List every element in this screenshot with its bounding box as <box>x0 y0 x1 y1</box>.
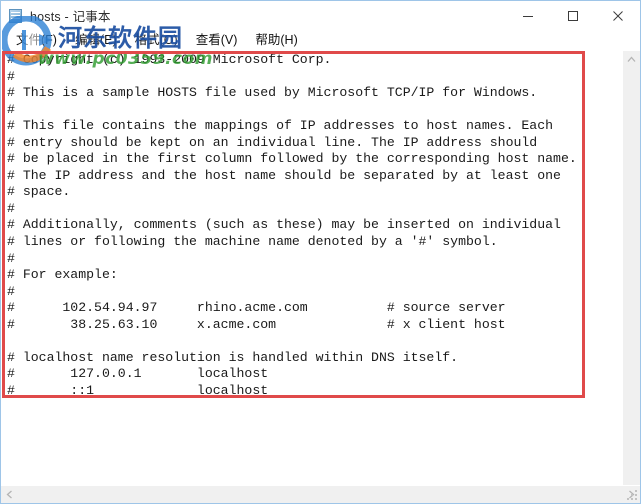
window-title: hosts - 记事本 <box>30 10 111 24</box>
text-area[interactable]: # Copyright (c) 1993-2009 Microsoft Corp… <box>1 51 622 485</box>
menu-edit[interactable]: 编辑(E) <box>66 30 126 51</box>
close-icon <box>612 10 623 21</box>
vertical-scroll-track[interactable] <box>623 68 640 485</box>
screenshot-root: hosts - 记事本 文件(F) 编辑(E) 格式(O) 查看(V) 帮助(H… <box>0 0 641 504</box>
horizontal-scrollbar[interactable] <box>1 485 640 503</box>
window-controls <box>505 1 640 30</box>
menu-format[interactable]: 格式(O) <box>126 30 187 51</box>
vertical-scrollbar[interactable] <box>622 51 640 485</box>
menu-help[interactable]: 帮助(H) <box>246 30 306 51</box>
chevron-left-icon <box>6 490 12 499</box>
horizontal-scroll-track[interactable] <box>18 486 623 503</box>
editor-body: # Copyright (c) 1993-2009 Microsoft Corp… <box>1 51 640 485</box>
hosts-file-text: # Copyright (c) 1993-2009 Microsoft Corp… <box>7 52 577 398</box>
notepad-icon <box>8 8 24 24</box>
title-bar[interactable]: hosts - 记事本 <box>1 1 640 30</box>
minimize-icon <box>522 15 533 17</box>
maximize-icon <box>567 10 578 21</box>
menu-bar: 文件(F) 编辑(E) 格式(O) 查看(V) 帮助(H) <box>1 30 640 51</box>
minimize-button[interactable] <box>505 1 550 30</box>
resize-grip[interactable] <box>626 489 639 502</box>
notepad-window: hosts - 记事本 文件(F) 编辑(E) 格式(O) 查看(V) 帮助(H… <box>0 0 641 504</box>
scroll-up-button[interactable] <box>623 51 640 68</box>
menu-file[interactable]: 文件(F) <box>7 30 66 51</box>
scroll-left-button[interactable] <box>1 486 18 503</box>
close-button[interactable] <box>595 1 640 30</box>
maximize-button[interactable] <box>550 1 595 30</box>
menu-view[interactable]: 查看(V) <box>187 30 247 51</box>
chevron-up-icon <box>627 56 636 62</box>
